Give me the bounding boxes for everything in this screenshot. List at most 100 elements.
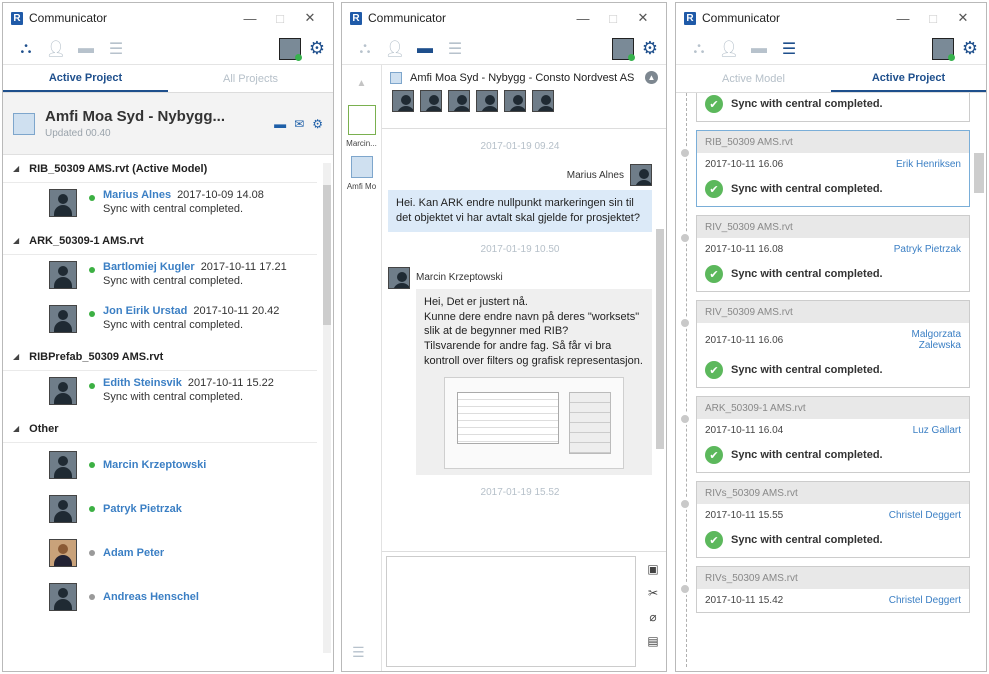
chat-icon[interactable]: ▬: [274, 117, 286, 131]
person-icon[interactable]: 👤︎: [380, 37, 410, 61]
activity-card[interactable]: RIV_50309 AMS.rvt 2017-10-11 16.08 Patryk…: [679, 215, 970, 292]
member-row[interactable]: Marius Alnes 2017-10-09 14.08 Sync with ce…: [3, 183, 321, 227]
member-name[interactable]: Andreas Henschel: [103, 591, 199, 603]
card-user[interactable]: Christel Deggert: [889, 510, 961, 521]
collapse-triangle-icon[interactable]: ◢: [13, 352, 19, 361]
activity-card[interactable]: ✔ Sync with central completed.: [696, 93, 970, 122]
person-icon[interactable]: 👤︎: [714, 37, 744, 61]
minimize-button[interactable]: —: [888, 11, 918, 26]
minimize-button[interactable]: —: [235, 11, 265, 26]
activity-card[interactable]: ARK_50309-1 AMS.rvt 2017-10-11 16.04 Luz …: [679, 396, 970, 473]
activity-card[interactable]: RIV_50309 AMS.rvt 2017-10-11 16.06 Malgor…: [679, 300, 970, 388]
user-avatar[interactable]: [278, 37, 302, 61]
avatar[interactable]: [504, 90, 526, 112]
card-user[interactable]: Erik Henriksen: [896, 159, 961, 170]
conversation-item[interactable]: Marcin...: [342, 101, 381, 152]
tab-active-project[interactable]: Active Project: [831, 65, 986, 92]
card-user[interactable]: Malgorzata Zalewska: [871, 329, 961, 351]
close-button[interactable]: ✕: [295, 10, 325, 26]
member-row[interactable]: Bartlomiej Kugler 2017-10-11 17.21 Sync wi…: [3, 255, 321, 299]
timeline-node-icon: [679, 498, 691, 510]
chat-header: Amfi Moa Syd - Nybygg - Consto Nordvest …: [382, 65, 666, 129]
activity-card[interactable]: RIVs_50309 AMS.rvt 2017-10-11 15.42 Chris…: [679, 566, 970, 613]
gear-icon[interactable]: ⚙: [642, 38, 658, 59]
collapse-triangle-icon[interactable]: ◢: [13, 164, 19, 173]
avatar[interactable]: [420, 90, 442, 112]
paperclip-icon[interactable]: ⌀: [649, 610, 656, 624]
member-name[interactable]: Adam Peter: [103, 547, 164, 559]
gear-icon[interactable]: ⚙: [309, 38, 325, 59]
member-row[interactable]: Andreas Henschel: [3, 575, 321, 619]
gear-icon[interactable]: ⚙: [962, 38, 978, 59]
chat-icon[interactable]: ▬: [744, 37, 774, 61]
attached-screenshot[interactable]: [444, 376, 624, 469]
card-user[interactable]: Luz Gallart: [913, 425, 961, 436]
network-icon[interactable]: ⛬: [350, 37, 380, 61]
mail-icon[interactable]: ✉: [294, 117, 304, 131]
scissors-icon[interactable]: ✂: [648, 586, 658, 600]
network-icon[interactable]: ⛬: [11, 37, 41, 61]
member-row[interactable]: Jon Eirik Urstad 2017-10-11 20.42 Sync wit…: [3, 299, 321, 343]
scroll-up-icon[interactable]: ▲: [342, 65, 381, 101]
conversation-item[interactable]: Amfi Mo: [342, 152, 381, 195]
member-row[interactable]: Edith Steinsvik 2017-10-11 15.22 Sync with…: [3, 371, 321, 415]
list-icon[interactable]: ☰: [352, 644, 365, 661]
collapse-icon[interactable]: ▲: [645, 71, 658, 84]
member-name[interactable]: Bartlomiej Kugler: [103, 261, 195, 273]
collapse-triangle-icon[interactable]: ◢: [13, 236, 19, 245]
network-icon[interactable]: ⛬: [684, 37, 714, 61]
model-group-header[interactable]: ◢ RIBPrefab_50309 AMS.rvt: [3, 343, 317, 371]
gear-icon[interactable]: ⚙: [312, 117, 323, 131]
member-row[interactable]: Adam Peter: [3, 531, 321, 575]
compose-tools: ▣ ✂ ⌀ ▤: [640, 552, 666, 671]
message-input[interactable]: [386, 556, 636, 667]
tab-active-project[interactable]: Active Project: [3, 65, 168, 92]
project-name[interactable]: Amfi Moa Syd - Nybygg...: [45, 108, 225, 125]
avatar: [630, 164, 652, 186]
scrollbar-thumb[interactable]: [974, 153, 984, 193]
tab-active-model[interactable]: Active Model: [676, 65, 831, 92]
maximize-button[interactable]: □: [598, 11, 628, 26]
member-name[interactable]: Jon Eirik Urstad: [103, 305, 187, 317]
avatar[interactable]: [392, 90, 414, 112]
scrollbar-thumb[interactable]: [656, 229, 664, 449]
model-group-header[interactable]: ◢ RIB_50309 AMS.rvt (Active Model): [3, 155, 317, 183]
model-group-header[interactable]: ◢ Other: [3, 415, 317, 443]
model-group-header[interactable]: ◢ ARK_50309-1 AMS.rvt: [3, 227, 317, 255]
avatar: [49, 583, 77, 611]
user-avatar[interactable]: [931, 37, 955, 61]
chat-icon[interactable]: ▬: [410, 37, 440, 61]
user-avatar[interactable]: [611, 37, 635, 61]
card-file: RIB_50309 AMS.rvt: [697, 131, 969, 153]
member-name[interactable]: Marius Alnes: [103, 189, 171, 201]
image-icon[interactable]: ▣: [647, 562, 658, 576]
activity-card[interactable]: RIVs_50309 AMS.rvt 2017-10-11 15.55 Chris…: [679, 481, 970, 558]
save-icon[interactable]: ▤: [647, 634, 658, 648]
activity-card[interactable]: RIB_50309 AMS.rvt 2017-10-11 16.06 Erik H…: [679, 130, 970, 207]
member-name[interactable]: Patryk Pietrzak: [103, 503, 182, 515]
tab-all-projects[interactable]: All Projects: [168, 65, 333, 92]
close-button[interactable]: ✕: [628, 10, 658, 26]
collapse-triangle-icon[interactable]: ◢: [13, 424, 19, 433]
card-user[interactable]: Patryk Pietrzak: [894, 244, 961, 255]
timeline-node-icon: [679, 232, 691, 244]
member-name[interactable]: Marcin Krzeptowski: [103, 459, 206, 471]
close-button[interactable]: ✕: [948, 10, 978, 26]
chat-icon[interactable]: ▬: [71, 37, 101, 61]
list-icon[interactable]: ☰: [774, 37, 804, 61]
card-user[interactable]: Christel Deggert: [889, 595, 961, 606]
toolbar: ⛬ 👤︎ ▬ ☰ ⚙: [3, 33, 333, 65]
avatar[interactable]: [448, 90, 470, 112]
maximize-button[interactable]: □: [265, 11, 295, 26]
avatar[interactable]: [532, 90, 554, 112]
member-row[interactable]: Marcin Krzeptowski: [3, 443, 321, 487]
scrollbar-thumb[interactable]: [323, 185, 331, 325]
maximize-button[interactable]: □: [918, 11, 948, 26]
minimize-button[interactable]: —: [568, 11, 598, 26]
list-icon[interactable]: ☰: [101, 37, 131, 61]
person-icon[interactable]: 👤︎: [41, 37, 71, 61]
avatar[interactable]: [476, 90, 498, 112]
member-row[interactable]: Patryk Pietrzak: [3, 487, 321, 531]
member-name[interactable]: Edith Steinsvik: [103, 377, 182, 389]
list-icon[interactable]: ☰: [440, 37, 470, 61]
